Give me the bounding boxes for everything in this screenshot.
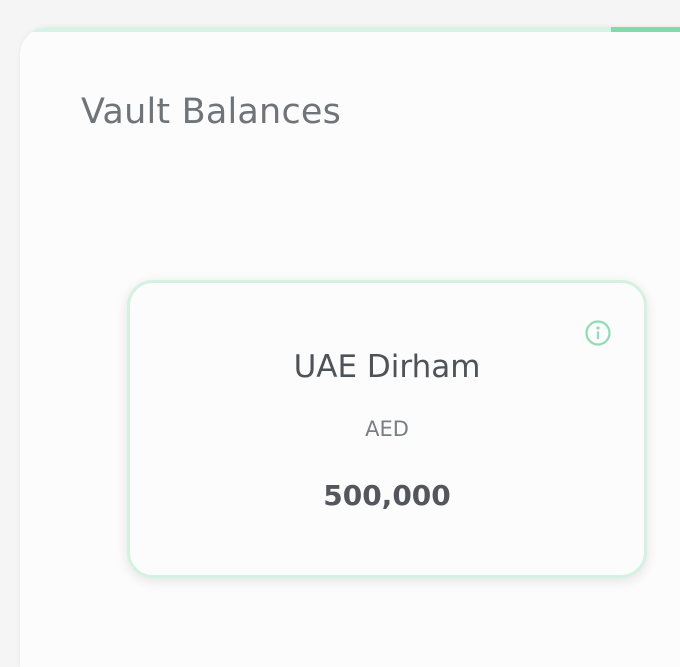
- currency-code: AED: [365, 417, 409, 441]
- panel-progress-accent: [611, 27, 680, 32]
- vault-currency-card[interactable]: UAE Dirham AED 500,000: [127, 280, 647, 578]
- panel-top-border: [20, 27, 680, 32]
- currency-balance: 500,000: [323, 479, 451, 512]
- page-title: Vault Balances: [81, 92, 342, 132]
- currency-name: UAE Dirham: [293, 349, 481, 385]
- vault-balances-panel: Vault Balances UAE Dirham AED 500,000: [20, 27, 680, 667]
- info-icon[interactable]: [584, 319, 612, 347]
